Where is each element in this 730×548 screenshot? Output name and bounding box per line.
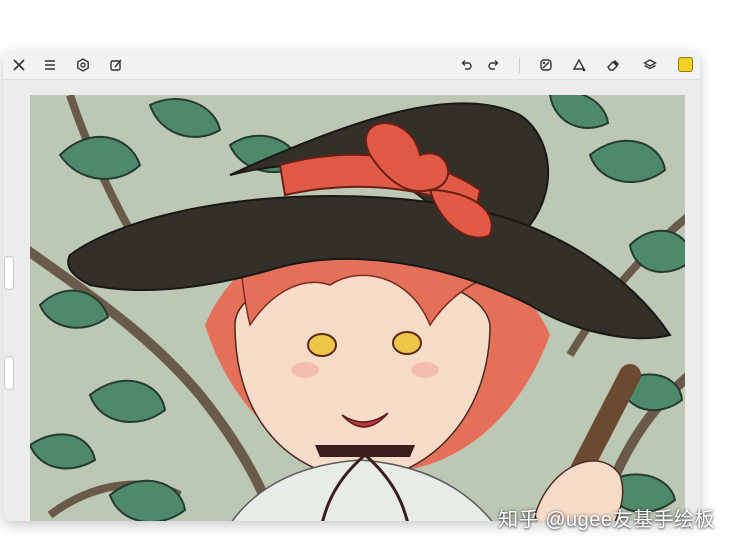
undo-button[interactable] (456, 55, 476, 75)
layers-button[interactable] (640, 55, 660, 75)
side-handle-lower[interactable] (4, 356, 14, 390)
menu-icon (45, 60, 55, 70)
drawing-app-window (3, 51, 700, 521)
eraser-icon (607, 60, 619, 71)
brush-tool-icon (540, 59, 552, 71)
current-color-swatch[interactable] (678, 57, 693, 72)
edit-image-icon (110, 59, 122, 71)
side-handle-upper[interactable] (4, 256, 14, 290)
shape-tool-icon (572, 58, 586, 72)
layers-icon (643, 59, 657, 70)
close-button[interactable] (9, 55, 29, 75)
redo-icon (488, 60, 499, 70)
toolbar-separator (519, 57, 520, 73)
brush-tool-button[interactable] (536, 55, 556, 75)
top-toolbar (3, 51, 700, 80)
witch-girl-illustration (30, 95, 685, 521)
watermark-text: 知乎 @ugee友基手绘板 (498, 509, 715, 531)
eraser-button[interactable] (603, 55, 623, 75)
settings-button[interactable] (73, 55, 93, 75)
close-icon (13, 59, 25, 71)
redo-button[interactable] (484, 55, 504, 75)
undo-icon (461, 60, 472, 70)
drawing-canvas[interactable] (30, 95, 685, 521)
menu-button[interactable] (40, 55, 60, 75)
edit-image-button[interactable] (106, 55, 126, 75)
shape-tool-button[interactable] (569, 55, 589, 75)
settings-icon (77, 58, 89, 72)
